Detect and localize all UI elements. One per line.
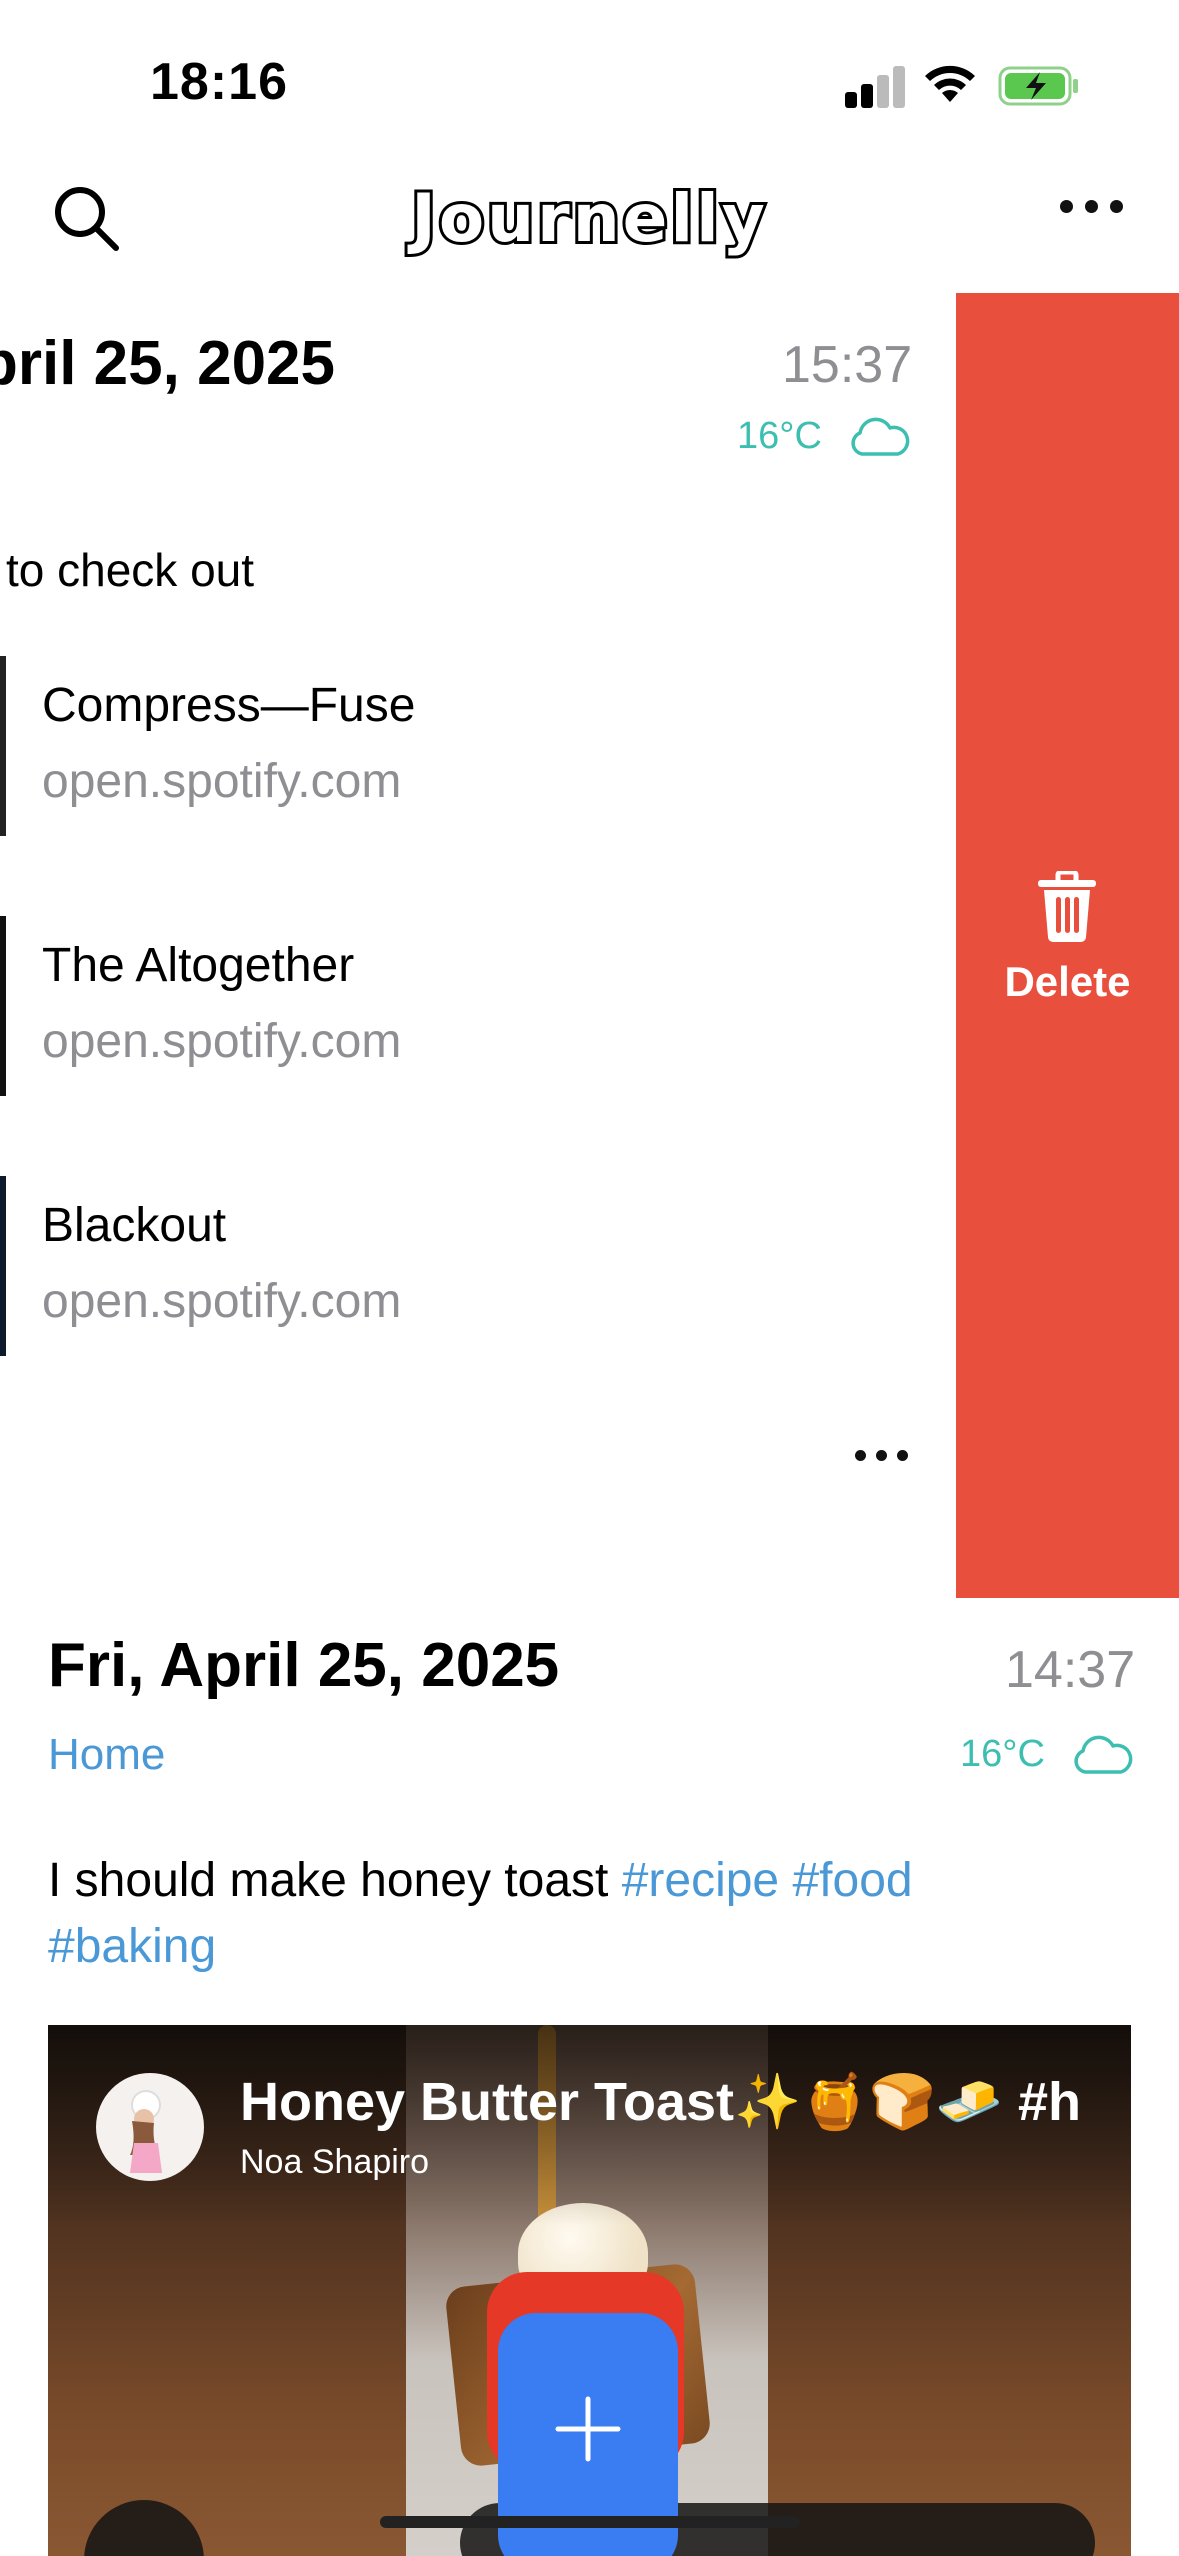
entry-date: pril 25, 2025 [0,329,336,398]
journal-entry[interactable]: pril 25, 2025 15:37 16°C to check out Co… [0,293,956,1598]
status-time: 18:16 [150,53,288,111]
link-thumbnail [0,1176,6,1356]
plus-icon [555,2396,621,2462]
entry-date: Fri, April 25, 2025 [48,1631,560,1700]
temperature: 16°C [737,415,822,457]
hashtag[interactable]: #recipe [622,1854,779,1907]
link-url: open.spotify.com [42,755,402,808]
hashtag[interactable]: #baking [48,1920,216,1973]
entry-time: 15:37 [782,336,913,394]
battery-charging-icon [998,66,1078,106]
link-thumbnail [0,656,6,836]
link-thumbnail [0,916,6,1096]
weather-info: 16°C [960,1733,1133,1776]
trash-icon [1038,871,1096,942]
hashtag[interactable]: #food [792,1854,912,1907]
cloud-icon [851,417,910,456]
link-url: open.spotify.com [42,1275,402,1328]
home-indicator [380,2516,800,2528]
entry-more-icon[interactable] [855,1450,908,1461]
cloud-icon [1074,1735,1133,1774]
link-url: open.spotify.com [42,1015,402,1068]
delete-label: Delete [1004,958,1131,1005]
entry-text: I should make honey toast #recipe #food #… [48,1848,1098,1980]
app-header: Journelly [0,150,1179,295]
link-title: Compress—Fuse [42,679,416,732]
entry-time: 14:37 [1005,1641,1136,1699]
link-preview[interactable]: Blackout open.spotify.com [0,1176,900,1356]
more-horizontal-icon[interactable] [1060,200,1130,240]
link-title: Blackout [42,1199,227,1252]
entry-text: to check out [6,544,255,596]
link-title: The Altogether [42,939,355,992]
avatar-illustration-icon [130,2090,162,2173]
temperature: 16°C [960,1733,1045,1775]
status-bar: 18:16 [0,0,1179,150]
cellular-signal-icon [845,66,905,108]
video-channel: Noa Shapiro [240,2143,430,2181]
app-title: Journelly [408,177,768,260]
entry-location[interactable]: Home [48,1730,165,1780]
entry-text-body: I should make honey toast [48,1854,622,1907]
weather-info: 16°C [737,415,910,458]
delete-button[interactable]: Delete [956,293,1179,1598]
wifi-icon [925,65,975,102]
channel-avatar[interactable] [96,2073,204,2181]
link-preview[interactable]: The Altogether open.spotify.com [0,916,900,1096]
video-title: Honey Butter Toast✨🍯🍞🧈 #h [240,2072,1082,2132]
link-preview[interactable]: Compress—Fuse open.spotify.com [0,656,900,836]
